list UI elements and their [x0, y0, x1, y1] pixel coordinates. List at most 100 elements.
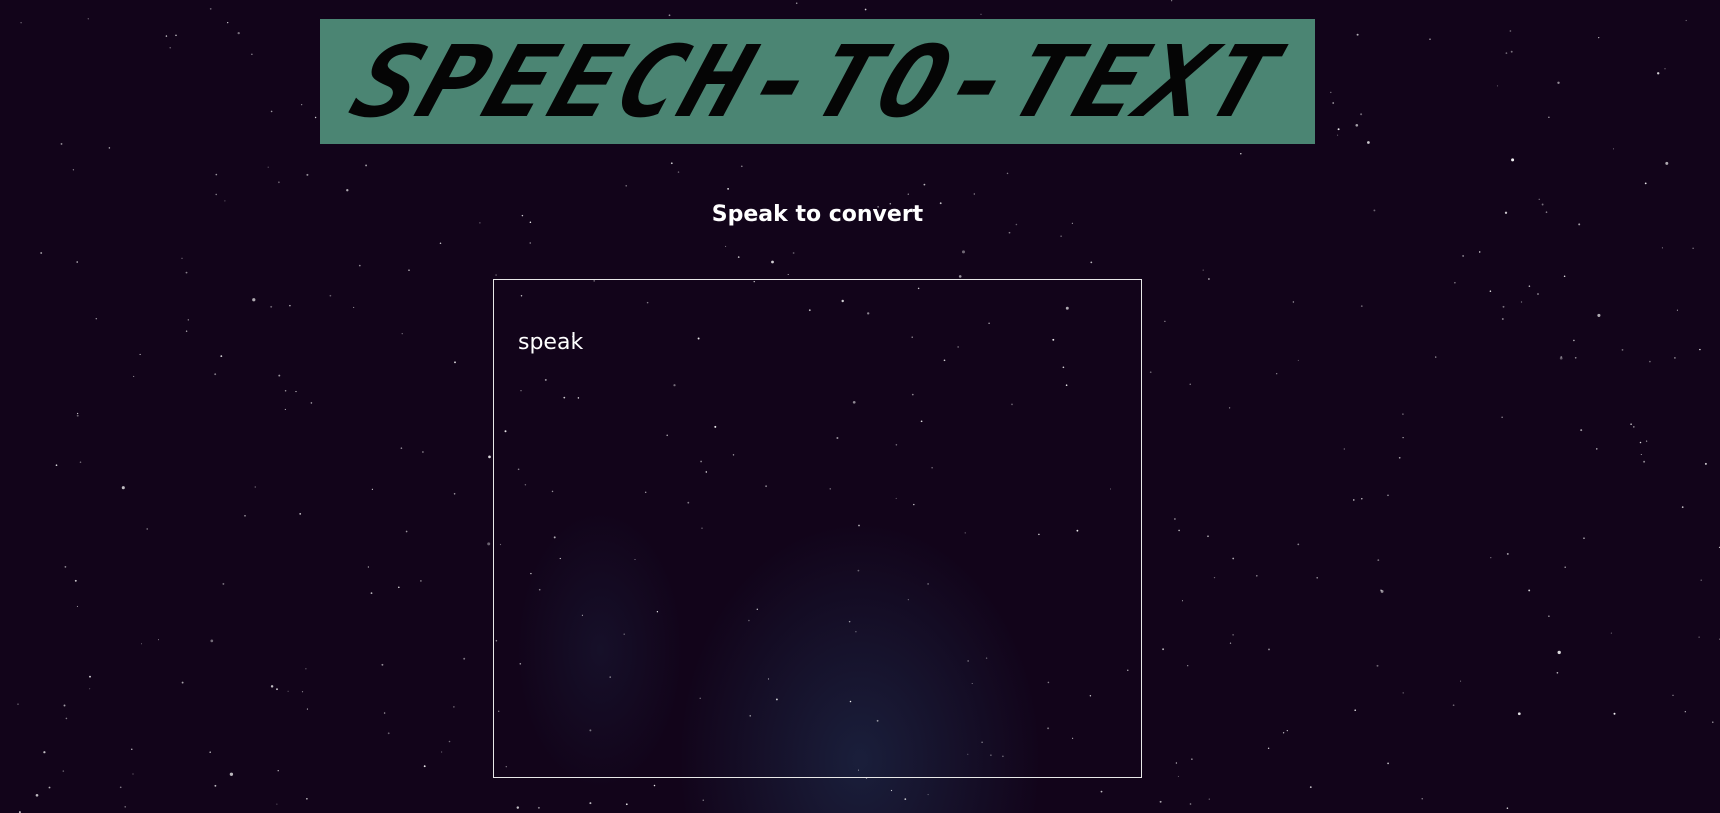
star [439, 242, 442, 245]
star [1644, 182, 1647, 185]
star [237, 31, 240, 35]
star [1332, 102, 1335, 104]
star [48, 786, 51, 789]
star [365, 164, 368, 167]
star [1360, 305, 1363, 307]
star [124, 806, 126, 808]
star [958, 275, 962, 278]
star [95, 317, 98, 320]
star [1175, 762, 1178, 764]
star [1421, 798, 1423, 800]
star [454, 361, 456, 364]
star [1189, 383, 1191, 385]
star [227, 22, 229, 24]
star [1181, 600, 1184, 602]
star [310, 402, 313, 404]
star [65, 717, 68, 720]
star [76, 261, 78, 263]
star [1632, 426, 1635, 428]
star [1676, 309, 1678, 311]
star [358, 264, 361, 267]
star [1564, 566, 1566, 568]
star [453, 706, 455, 708]
star [1454, 282, 1456, 284]
star [1511, 158, 1515, 162]
star [440, 751, 443, 753]
star [400, 447, 403, 449]
star [60, 142, 63, 145]
transcript-text: speak [518, 330, 584, 355]
star [668, 14, 671, 17]
star [1162, 648, 1165, 651]
star [1548, 615, 1550, 618]
star [1376, 664, 1379, 667]
star [1286, 729, 1288, 732]
star [495, 274, 497, 276]
star [175, 34, 177, 37]
star [1297, 543, 1300, 546]
star [1398, 456, 1401, 459]
star [267, 166, 269, 168]
star [222, 582, 225, 585]
star [1316, 577, 1318, 579]
star [1490, 557, 1492, 559]
star [1276, 373, 1278, 375]
star [1207, 535, 1209, 538]
star [214, 373, 217, 376]
star [670, 162, 673, 165]
star [305, 668, 307, 670]
star [387, 732, 390, 735]
star [76, 414, 79, 417]
star [35, 793, 39, 797]
star [40, 252, 43, 254]
star [1330, 91, 1332, 94]
star [165, 35, 168, 37]
star [1435, 356, 1437, 358]
star [1337, 134, 1339, 136]
star [215, 173, 218, 176]
star [1537, 293, 1539, 295]
star [422, 451, 424, 453]
star [1665, 161, 1669, 165]
star [1207, 278, 1210, 280]
transcript-box[interactable]: speak [493, 279, 1142, 778]
star [1506, 552, 1509, 555]
star [1580, 429, 1583, 432]
star [1510, 50, 1513, 53]
star [1292, 301, 1295, 303]
star [254, 486, 256, 488]
star [488, 455, 491, 459]
star [1267, 747, 1270, 749]
star [367, 566, 370, 568]
star [1664, 68, 1666, 70]
star [1478, 251, 1481, 253]
star [1178, 529, 1180, 532]
star [1649, 360, 1651, 363]
star [737, 256, 740, 258]
star [1452, 704, 1455, 707]
star [1520, 301, 1523, 303]
star [653, 784, 656, 787]
star [529, 242, 531, 244]
star [1712, 721, 1714, 723]
star [62, 770, 65, 772]
star [1506, 807, 1509, 809]
star [1692, 247, 1694, 249]
star [1528, 589, 1531, 592]
star [276, 803, 278, 805]
star [181, 681, 184, 684]
star [1563, 275, 1566, 278]
star [284, 389, 287, 392]
star [1268, 648, 1270, 651]
star [270, 685, 274, 688]
star [1402, 692, 1404, 694]
star [1353, 499, 1355, 501]
star [132, 773, 134, 775]
star [139, 353, 141, 355]
star [1402, 413, 1404, 415]
star [1060, 235, 1062, 237]
star [295, 391, 297, 393]
star [1489, 290, 1492, 292]
star [140, 643, 143, 645]
star [1684, 711, 1686, 713]
